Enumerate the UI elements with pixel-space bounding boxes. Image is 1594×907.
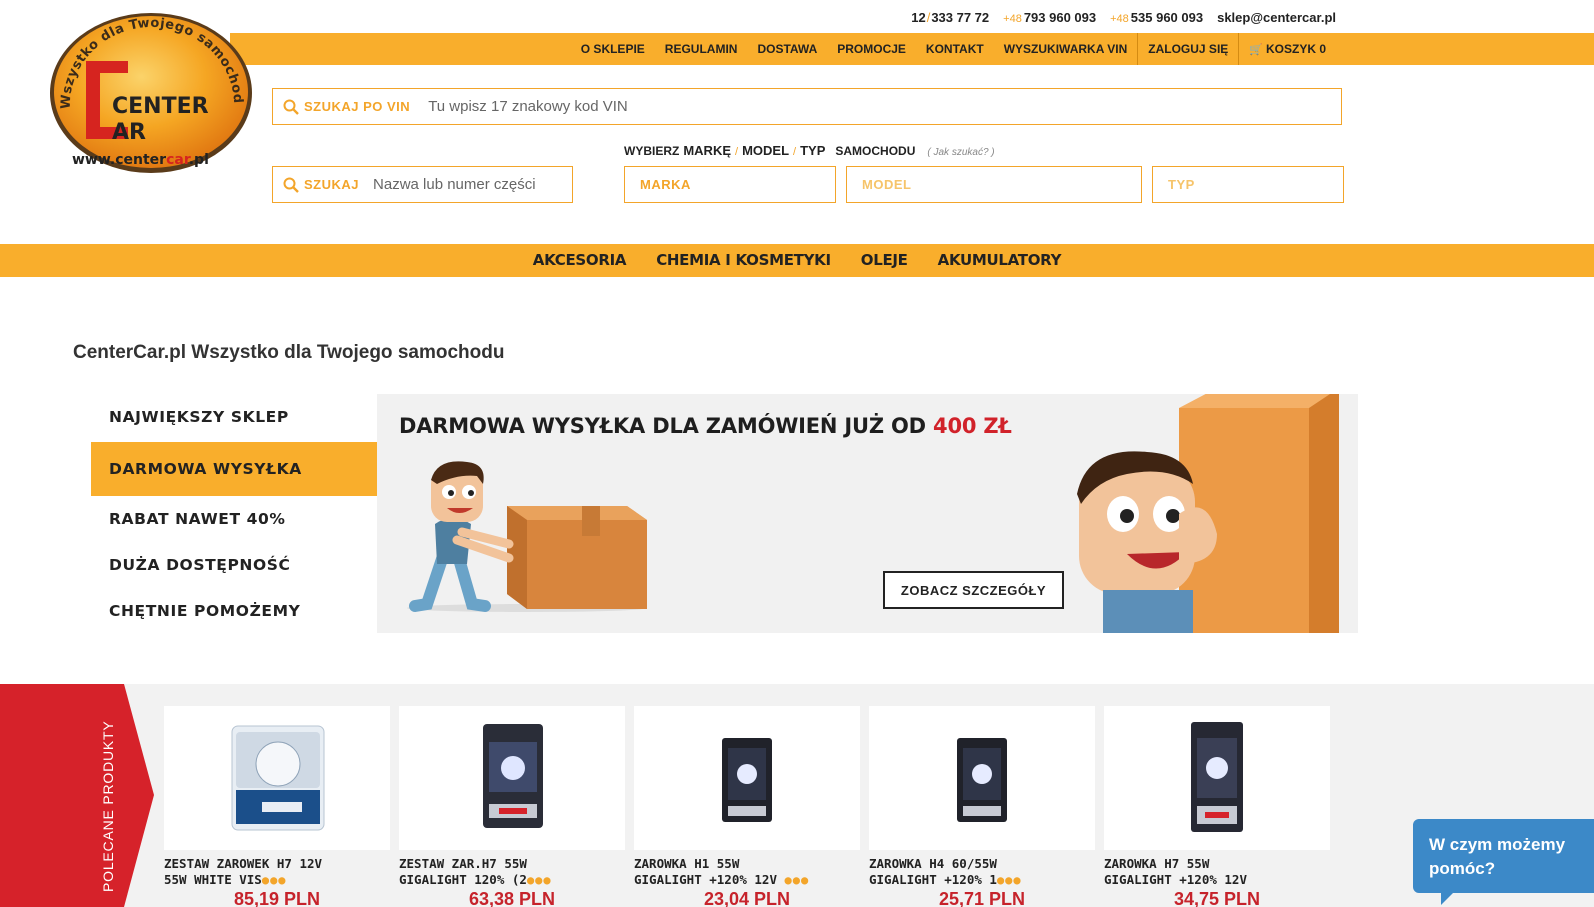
- cart-icon: 🛒: [1249, 44, 1263, 56]
- category-accessories[interactable]: AKCESORIA: [518, 244, 641, 277]
- product-image[interactable]: [164, 706, 390, 850]
- product-card[interactable]: ZAROWKA H4 60/55W GIGALIGHT +120% 1●●● 25…: [869, 706, 1095, 907]
- how-to-search-link[interactable]: ( Jak szukać? ): [927, 147, 994, 158]
- model-select[interactable]: MODEL: [846, 166, 1142, 203]
- product-image[interactable]: [869, 706, 1095, 850]
- phone-mobile-1[interactable]: +48 793 960 093: [1003, 10, 1096, 25]
- part-search-label[interactable]: SZUKAJ: [273, 177, 359, 193]
- category-oils[interactable]: OLEJE: [846, 244, 923, 277]
- delivery-man-illustration: [407, 461, 647, 612]
- cart-link[interactable]: 🛒 KOSZYK 0: [1238, 33, 1336, 65]
- type-select[interactable]: TYP: [1152, 166, 1344, 203]
- category-batteries[interactable]: AKUMULATORY: [923, 244, 1077, 277]
- recommended-products: POLECANE PRODUKTY ZESTAW ZAROWEK H7 12V 5…: [0, 684, 1594, 907]
- part-search-input[interactable]: [373, 176, 564, 193]
- chat-widget-text: pomóc?: [1429, 859, 1496, 878]
- product-price: 34,75 PLN: [1173, 889, 1261, 907]
- product-name[interactable]: ZESTAW ZAR.H7 55W GIGALIGHT 120% (2●●●: [399, 856, 625, 888]
- product-name[interactable]: ZAROWKA H1 55W GIGALIGHT +120% 12V ●●●: [634, 856, 860, 888]
- product-image[interactable]: [399, 706, 625, 850]
- vin-search-label[interactable]: SZUKAJ PO VIN: [273, 99, 410, 115]
- vin-search-box: SZUKAJ PO VIN: [272, 88, 1342, 125]
- bulb-box-icon: [722, 738, 772, 822]
- vin-input[interactable]: [428, 98, 1309, 115]
- product-name[interactable]: ZESTAW ZAROWEK H7 12V 55W WHITE VIS●●●: [164, 856, 390, 888]
- contact-bar: 12/333 77 72 +48 793 960 093 +48 535 960 0…: [911, 8, 1336, 26]
- product-price: 23,04 PLN: [703, 889, 791, 907]
- nav-delivery[interactable]: DOSTAWA: [747, 33, 827, 65]
- bulb-box-icon: [483, 724, 543, 828]
- centercar-logo[interactable]: Wszystko dla Twojego samochodu CENTER AR…: [48, 9, 254, 177]
- helper-illustration: [1077, 394, 1339, 633]
- page-tagline: CenterCar.pl Wszystko dla Twojego samoch…: [73, 342, 505, 363]
- svg-text:CENTER: CENTER: [112, 94, 209, 119]
- phone-mobile-2[interactable]: +48 535 960 093: [1110, 10, 1203, 25]
- vehicle-chooser-label: WYBIERZ MARKĘ / MODEL / TYP SAMOCHODU ( Ja…: [624, 143, 995, 158]
- product-card[interactable]: ZESTAW ZAR.H7 55W GIGALIGHT 120% (2●●● 63…: [399, 706, 625, 907]
- product-image[interactable]: [634, 706, 860, 850]
- product-card[interactable]: ZESTAW ZAROWEK H7 12V 55W WHITE VIS●●● 85…: [164, 706, 390, 907]
- part-search-box: SZUKAJ: [272, 166, 573, 203]
- recommended-ribbon: [0, 684, 154, 907]
- feature-biggest-shop[interactable]: NAJWIĘKSZY SKLEP: [91, 394, 391, 440]
- nav-terms[interactable]: REGULAMIN: [655, 33, 748, 65]
- svg-text:AR: AR: [112, 120, 146, 145]
- bulb-box-icon: [1191, 722, 1243, 832]
- search-icon: [283, 99, 299, 115]
- feature-availability[interactable]: DUŻA DOSTĘPNOŚĆ: [91, 542, 391, 588]
- category-bar: AKCESORIA CHEMIA I KOSMETYKI OLEJE AKUMU…: [0, 244, 1594, 277]
- nav-contact[interactable]: KONTAKT: [916, 33, 994, 65]
- see-details-button[interactable]: ZOBACZ SZCZEGÓŁY: [883, 571, 1064, 609]
- product-price: 85,19 PLN: [233, 889, 321, 907]
- feature-list: NAJWIĘKSZY SKLEP DARMOWA WYSYŁKA RABAT N…: [91, 394, 406, 634]
- brand-select[interactable]: MARKA: [624, 166, 836, 203]
- product-image[interactable]: [1104, 706, 1330, 850]
- svg-text:www.centercar.pl: www.centercar.pl: [72, 152, 209, 168]
- bulb-box-icon: [957, 738, 1007, 822]
- email-link[interactable]: sklep@centercar.pl: [1217, 10, 1336, 25]
- search-icon: [283, 177, 299, 193]
- product-name[interactable]: ZAROWKA H4 60/55W GIGALIGHT +120% 1●●●: [869, 856, 1095, 888]
- product-name[interactable]: ZAROWKA H7 55W GIGALIGHT +120% 12V: [1104, 856, 1330, 888]
- phone-landline[interactable]: 12/333 77 72: [911, 10, 989, 25]
- product-price: 25,71 PLN: [938, 889, 1026, 907]
- feature-help[interactable]: CHĘTNIE POMOŻEMY: [91, 588, 391, 634]
- nav-about[interactable]: O SKLEPIE: [571, 33, 655, 65]
- promo-banner[interactable]: DARMOWA WYSYŁKA DLA ZAMÓWIEŃ JUŻ OD 400 …: [377, 394, 1358, 633]
- category-chemistry[interactable]: CHEMIA I KOSMETYKI: [641, 244, 846, 277]
- top-navigation: O SKLEPIE REGULAMIN DOSTAWA PROMOCJE KON…: [230, 33, 1594, 65]
- recommended-label: POLECANE PRODUKTY: [100, 720, 116, 892]
- chat-widget-text: W czym możemy: [1429, 835, 1566, 854]
- product-price: 63,38 PLN: [468, 889, 556, 907]
- nav-promotions[interactable]: PROMOCJE: [827, 33, 916, 65]
- chat-widget[interactable]: W czym możemy pomóc?: [1413, 819, 1594, 905]
- product-card[interactable]: ZAROWKA H7 55W GIGALIGHT +120% 12V 34,75 …: [1104, 706, 1330, 907]
- feature-discount[interactable]: RABAT NAWET 40%: [91, 496, 391, 542]
- bulb-box-icon: [231, 725, 325, 831]
- banner-headline: DARMOWA WYSYŁKA DLA ZAMÓWIEŃ JUŻ OD 400 …: [399, 414, 1012, 438]
- feature-free-shipping[interactable]: DARMOWA WYSYŁKA: [91, 442, 406, 496]
- nav-vin-search[interactable]: WYSZUKIWARKA VIN: [994, 33, 1138, 65]
- login-link[interactable]: ZALOGUJ SIĘ: [1137, 33, 1238, 65]
- product-card[interactable]: ZAROWKA H1 55W GIGALIGHT +120% 12V ●●● 23…: [634, 706, 860, 907]
